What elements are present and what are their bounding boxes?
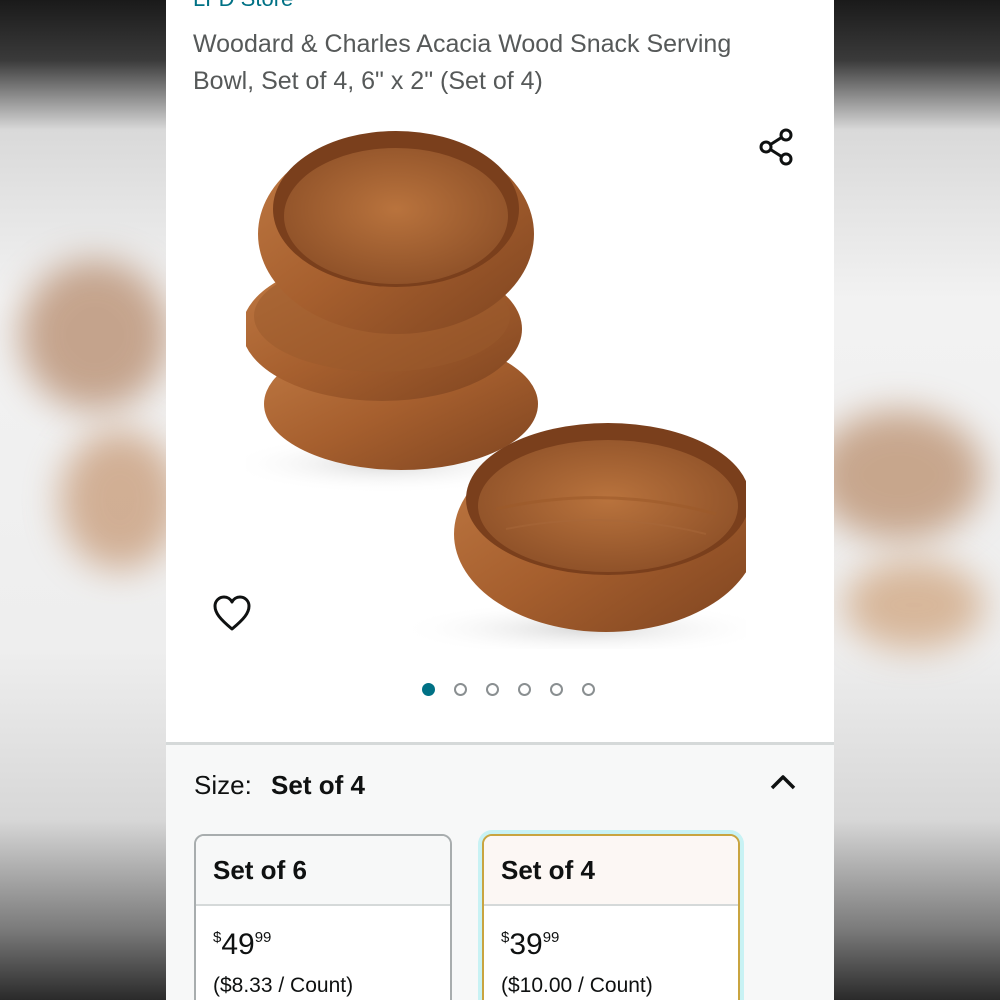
size-option-name: Set of 4 — [484, 836, 738, 906]
size-option-price: $4999 — [213, 928, 271, 967]
gallery-dot[interactable] — [581, 683, 595, 696]
price-fraction: 99 — [542, 929, 560, 946]
price-currency: $ — [501, 929, 510, 946]
price-fraction: 99 — [254, 929, 272, 946]
gallery-dot[interactable] — [517, 683, 531, 696]
wishlist-button[interactable] — [210, 592, 254, 636]
share-button[interactable] — [756, 126, 798, 168]
size-option-name: Set of 6 — [196, 836, 450, 906]
product-title: Woodard & Charles Acacia Wood Snack Serv… — [193, 30, 732, 95]
store-link[interactable]: LFD Store — [193, 0, 293, 12]
gallery-dot[interactable] — [549, 683, 563, 696]
price-whole: 39 — [509, 928, 543, 961]
chevron-up-icon — [770, 775, 796, 790]
size-option-set-of-6[interactable]: Set of 6 $4999 ($8.33 / Count) — [194, 834, 452, 1000]
price-per-unit: ($8.33 / Count) — [213, 974, 354, 997]
size-label: Size: — [194, 770, 252, 800]
size-heading: Size: Set of 4 — [194, 770, 365, 801]
product-image — [246, 131, 746, 649]
image-gallery[interactable] — [166, 104, 834, 744]
size-option-set-of-4[interactable]: Set of 4 $3999 ($10.00 / Count) — [482, 834, 740, 1000]
gallery-dot[interactable] — [421, 683, 435, 696]
price-whole: 49 — [221, 928, 255, 961]
size-selector: Size: Set of 4 Set of 6 $4999 ($8.33 / C… — [166, 745, 834, 1000]
size-option-price: $3999 — [501, 928, 559, 967]
product-page: LFD Store Woodard & Charles Acacia Wood … — [166, 0, 834, 1000]
backdrop-left — [0, 0, 166, 1000]
collapse-size-button[interactable] — [766, 765, 800, 799]
backdrop-right — [834, 0, 1000, 1000]
share-icon — [759, 128, 793, 166]
size-selected-value: Set of 4 — [271, 770, 365, 800]
gallery-dot[interactable] — [453, 683, 467, 696]
price-currency: $ — [213, 929, 222, 946]
gallery-dot[interactable] — [485, 683, 499, 696]
heart-icon — [213, 595, 251, 631]
gallery-pagination — [166, 683, 834, 703]
price-per-unit: ($10.00 / Count) — [501, 974, 653, 997]
